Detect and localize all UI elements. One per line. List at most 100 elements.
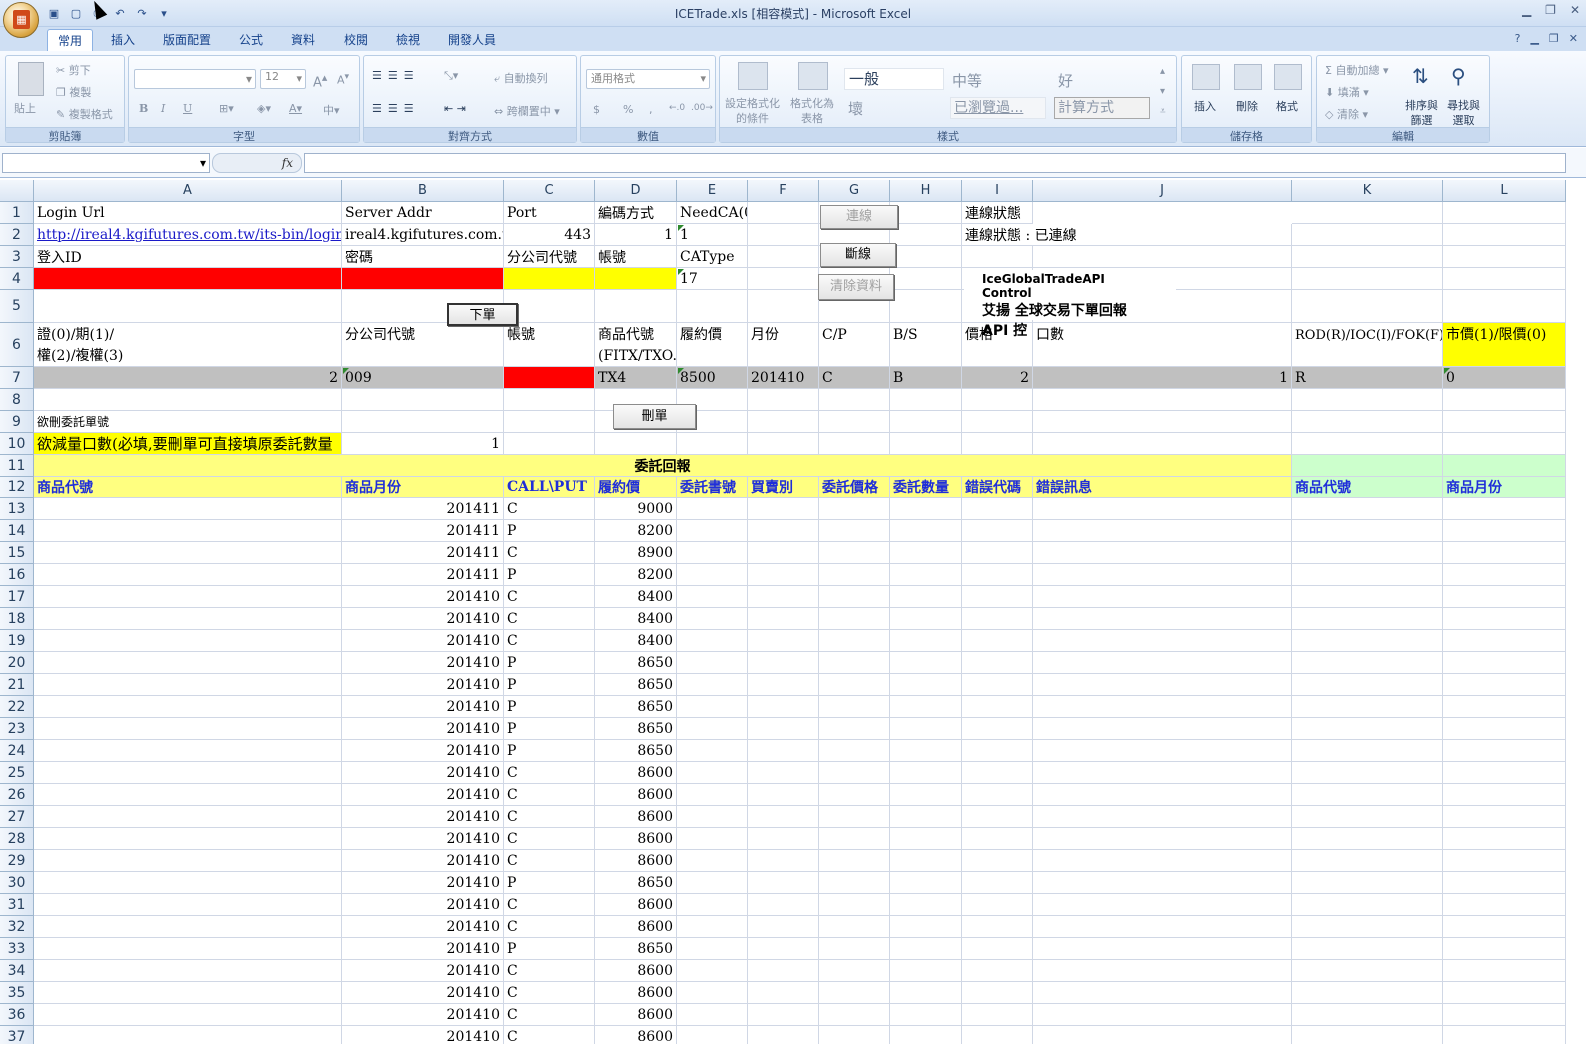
- tab-formulas[interactable]: 公式: [228, 29, 274, 51]
- paste-icon[interactable]: [18, 62, 44, 96]
- cell-a20[interactable]: [34, 652, 342, 674]
- cell-d5[interactable]: [595, 290, 677, 323]
- cell-f8[interactable]: [748, 389, 819, 411]
- cell-i30[interactable]: [962, 872, 1033, 894]
- cell-j36[interactable]: [1033, 1004, 1292, 1026]
- report-callput[interactable]: C: [504, 1004, 595, 1026]
- insert-cells-icon[interactable]: [1192, 64, 1220, 90]
- report-strike[interactable]: 8600: [595, 894, 677, 916]
- clear-data-button[interactable]: 清除資料: [818, 274, 894, 300]
- report-month[interactable]: 201411: [342, 498, 504, 520]
- cell-k10[interactable]: [1292, 433, 1443, 455]
- style-bad[interactable]: 壞: [848, 98, 863, 119]
- cell-e13[interactable]: [677, 498, 748, 520]
- style-calculation[interactable]: 計算方式: [1054, 97, 1150, 119]
- cell-i33[interactable]: [962, 938, 1033, 960]
- cell-g22[interactable]: [819, 696, 890, 718]
- report-callput[interactable]: C: [504, 1026, 595, 1044]
- cell-j29[interactable]: [1033, 850, 1292, 872]
- cell-f18[interactable]: [748, 608, 819, 630]
- cell-l25[interactable]: [1443, 762, 1566, 784]
- cell-a28[interactable]: [34, 828, 342, 850]
- cell-e35[interactable]: [677, 982, 748, 1004]
- cell-a27[interactable]: [34, 806, 342, 828]
- fill-button[interactable]: ⬇ 填滿 ▾: [1325, 84, 1369, 100]
- cell-a33[interactable]: [34, 938, 342, 960]
- cell-e29[interactable]: [677, 850, 748, 872]
- cell-j18[interactable]: [1033, 608, 1292, 630]
- cell-f3[interactable]: [748, 246, 819, 268]
- cell-a37[interactable]: [34, 1026, 342, 1044]
- cell-h30[interactable]: [890, 872, 962, 894]
- cut-button[interactable]: ✂ 剪下: [56, 62, 91, 78]
- cell-j15[interactable]: [1033, 542, 1292, 564]
- row-header-1[interactable]: 1: [0, 202, 34, 224]
- cell-j22[interactable]: [1033, 696, 1292, 718]
- cell-f29[interactable]: [748, 850, 819, 872]
- cell-g33[interactable]: [819, 938, 890, 960]
- cell-f9[interactable]: [748, 411, 819, 433]
- cell-a2[interactable]: http://ireal4.kgifutures.com.tw/its-bin/…: [34, 224, 342, 246]
- cell-j16[interactable]: [1033, 564, 1292, 586]
- report-strike[interactable]: 8600: [595, 982, 677, 1004]
- decimal-increase-icon[interactable]: ←.0: [669, 103, 685, 113]
- cell-e1[interactable]: NeedCA(0/1): [677, 202, 748, 224]
- cell-l2[interactable]: [1443, 224, 1566, 246]
- cell-g14[interactable]: [819, 520, 890, 542]
- cell-i22[interactable]: [962, 696, 1033, 718]
- cell-f13[interactable]: [748, 498, 819, 520]
- bold-button[interactable]: B: [139, 102, 148, 115]
- cell-k13[interactable]: [1292, 498, 1443, 520]
- cell-l24[interactable]: [1443, 740, 1566, 762]
- cell-g32[interactable]: [819, 916, 890, 938]
- cancel-order-button[interactable]: 刪單: [613, 404, 696, 429]
- cell-f6[interactable]: 月份: [748, 323, 819, 367]
- cell-g23[interactable]: [819, 718, 890, 740]
- report-strike[interactable]: 8600: [595, 960, 677, 982]
- cell-l30[interactable]: [1443, 872, 1566, 894]
- cell-a9[interactable]: 欲刪委託單號: [34, 411, 342, 433]
- cell-k7[interactable]: R: [1292, 367, 1443, 389]
- fill-color-icon[interactable]: ◈▾: [257, 102, 271, 115]
- cell-k36[interactable]: [1292, 1004, 1443, 1026]
- vertical-align-icons[interactable]: ☰☰☰: [372, 69, 420, 82]
- cell-k37[interactable]: [1292, 1026, 1443, 1044]
- cell-h23[interactable]: [890, 718, 962, 740]
- column-header-l[interactable]: L: [1443, 180, 1566, 202]
- cell-j35[interactable]: [1033, 982, 1292, 1004]
- cell-f4[interactable]: [748, 268, 819, 290]
- cell-a18[interactable]: [34, 608, 342, 630]
- format-as-table-button[interactable]: 格式化為 表格: [790, 96, 834, 126]
- report-callput[interactable]: P: [504, 520, 595, 542]
- cell-l20[interactable]: [1443, 652, 1566, 674]
- cell-d7[interactable]: TX4: [595, 367, 677, 389]
- cell-f24[interactable]: [748, 740, 819, 762]
- cell-k6[interactable]: ROD(R)/IOC(I)/FOK(F): [1292, 323, 1443, 367]
- style-normal[interactable]: 一般: [844, 68, 944, 90]
- cell-h18[interactable]: [890, 608, 962, 630]
- report-month[interactable]: 201410: [342, 982, 504, 1004]
- cell-h3[interactable]: [890, 246, 962, 268]
- cell-j12[interactable]: 錯誤訊息: [1033, 477, 1292, 498]
- cell-f5[interactable]: [748, 290, 819, 323]
- report-month[interactable]: 201410: [342, 916, 504, 938]
- cell-h8[interactable]: [890, 389, 962, 411]
- row-header-9[interactable]: 9: [0, 411, 34, 433]
- font-size-select[interactable]: 12 ▾: [260, 69, 306, 89]
- cell-c2[interactable]: 443: [504, 224, 595, 246]
- cell-a3[interactable]: 登入ID: [34, 246, 342, 268]
- ribbon-minimize-icon[interactable]: ▁: [1530, 32, 1538, 45]
- tab-home[interactable]: 常用: [47, 29, 93, 51]
- number-format-select[interactable]: 通用格式 ▾: [586, 69, 710, 89]
- cell-h5[interactable]: [890, 290, 962, 323]
- cell-e20[interactable]: [677, 652, 748, 674]
- cell-l6[interactable]: 市價(1)/限價(0): [1443, 323, 1566, 367]
- name-box[interactable]: ▾: [2, 153, 210, 173]
- cell-j3[interactable]: [1033, 246, 1292, 268]
- report-strike[interactable]: 8650: [595, 696, 677, 718]
- find-select-button[interactable]: 尋找與 選取: [1447, 98, 1480, 128]
- cell-i2[interactable]: 連線狀態 : 已連線: [962, 224, 1292, 246]
- cell-l29[interactable]: [1443, 850, 1566, 872]
- delete-cells-button[interactable]: 刪除: [1236, 98, 1258, 114]
- report-callput[interactable]: C: [504, 960, 595, 982]
